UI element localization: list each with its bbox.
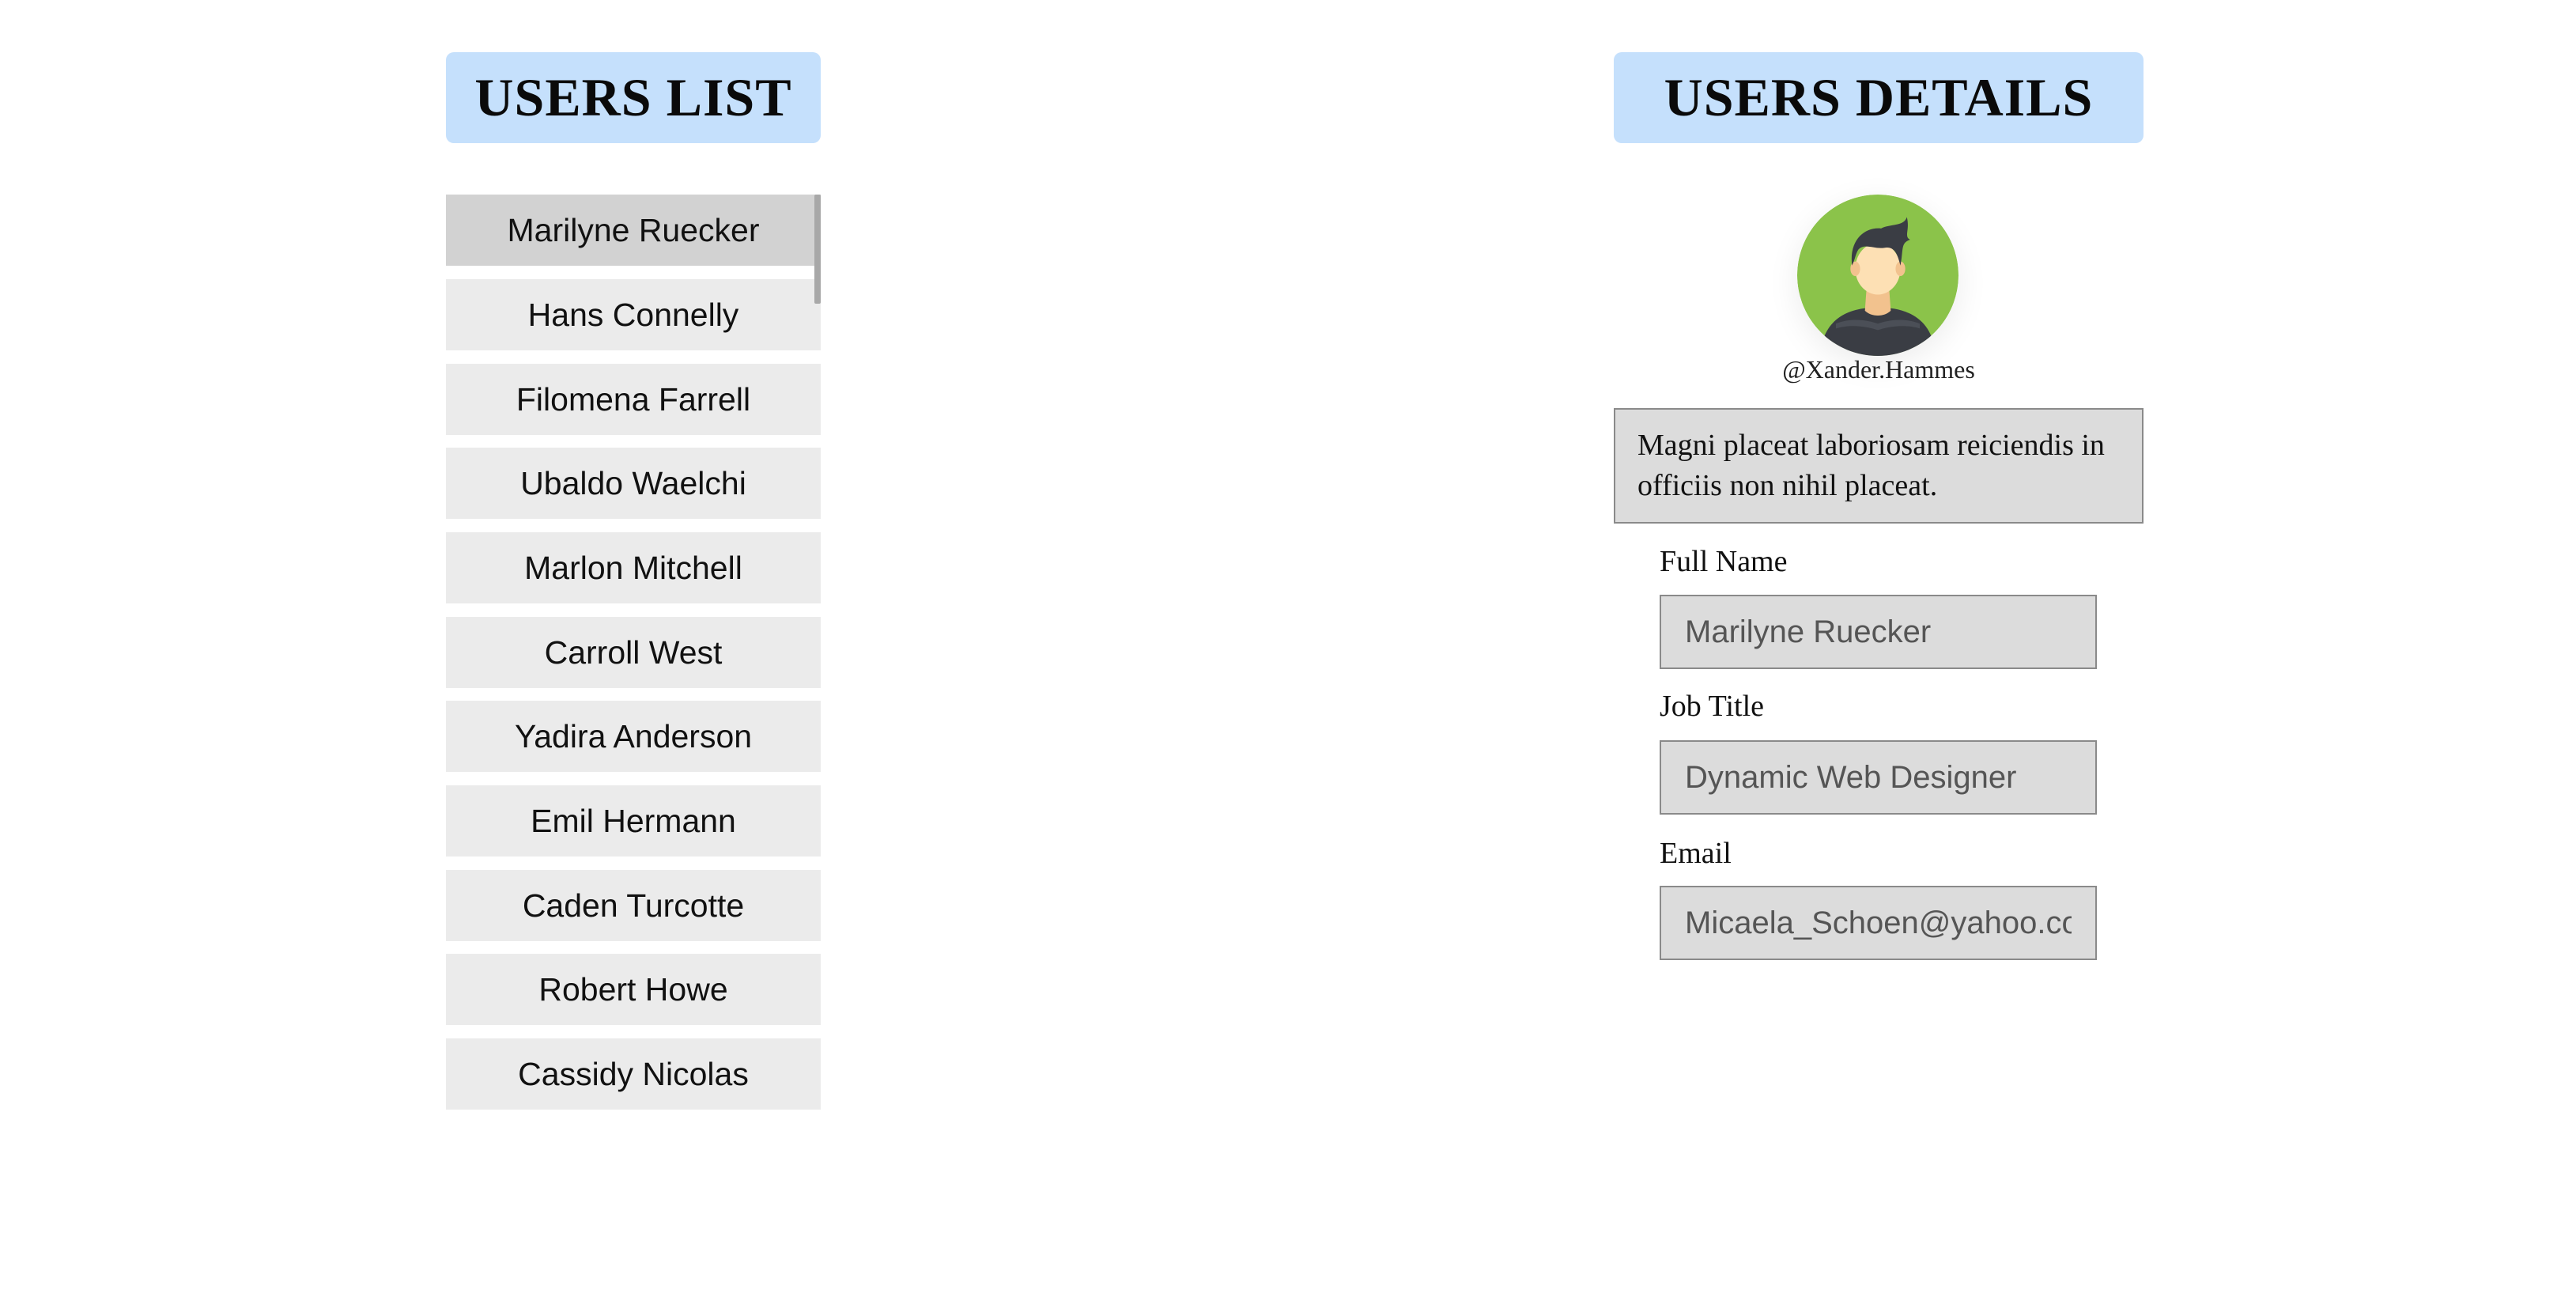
list-item[interactable]: Robert Howe	[446, 954, 821, 1025]
full-name-label: Full Name	[1660, 545, 1788, 578]
job-title-label: Job Title	[1660, 690, 1765, 723]
list-item[interactable]: Ubaldo Waelchi	[446, 448, 821, 519]
job-title-field[interactable]	[1660, 740, 2097, 815]
list-item[interactable]: Yadira Anderson	[446, 701, 821, 772]
list-item[interactable]: Cassidy Nicolas	[446, 1038, 821, 1110]
username-handle: @Xander.Hammes	[1782, 355, 1975, 384]
list-item[interactable]: Hans Connelly	[446, 279, 821, 350]
list-item[interactable]: Caden Turcotte	[446, 870, 821, 941]
email-field[interactable]	[1660, 886, 2097, 960]
users-list-heading: USERS LIST	[446, 52, 821, 143]
avatar-icon	[1797, 195, 1958, 356]
list-item[interactable]: Marilyne Ruecker	[446, 195, 821, 266]
full-name-field[interactable]	[1660, 595, 2097, 669]
list-scrollbar[interactable]	[814, 195, 821, 304]
users-list[interactable]: Marilyne Ruecker Hans Connelly Filomena …	[446, 195, 821, 1112]
users-details-heading: USERS DETAILS	[1614, 52, 2144, 143]
list-item[interactable]: Marlon Mitchell	[446, 532, 821, 603]
user-bio: Magni placeat laboriosam reiciendis in o…	[1614, 408, 2144, 524]
list-item[interactable]: Emil Hermann	[446, 785, 821, 857]
page: USERS LIST USERS DETAILS Marilyne Ruecke…	[0, 0, 2576, 1316]
email-label: Email	[1660, 837, 1732, 870]
list-item[interactable]: Filomena Farrell	[446, 364, 821, 435]
list-item[interactable]: Carroll West	[446, 617, 821, 688]
